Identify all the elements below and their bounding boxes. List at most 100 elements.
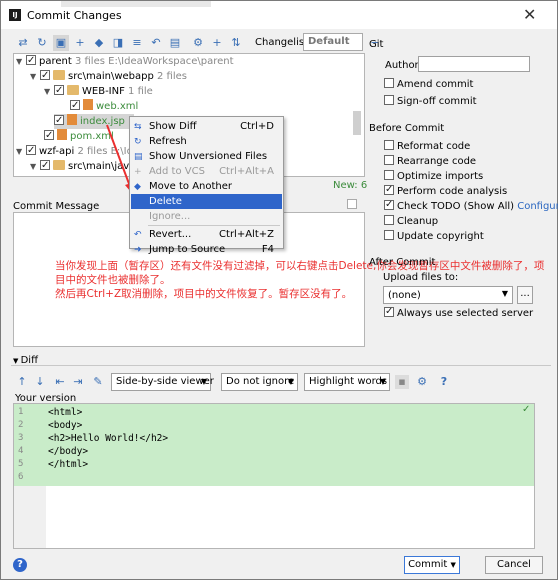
tree-row-webxml[interactable]: web.xml [70,98,138,114]
upload-label: Upload files to: [383,272,459,283]
added-lines-highlight [14,404,534,486]
arrow-down-icon[interactable]: ↓ [33,375,47,389]
option-label: Amend commit [397,79,474,90]
checkbox[interactable] [384,170,394,180]
help-icon[interactable]: ? [437,375,451,389]
code-analysis-option[interactable]: Perform code analysis [384,183,507,198]
menu-item-jump-to-source[interactable]: ➜ Jump to Source F4 [131,242,282,255]
next-file-icon[interactable]: ⇥ [71,375,85,389]
refresh-icon[interactable]: ↻ [34,35,50,51]
undo-icon[interactable]: ↶ [148,35,164,51]
reformat-code-option[interactable]: Reformat code [384,140,470,153]
show-diff-icon[interactable]: ≡ [129,35,145,51]
gear-icon[interactable]: ⚙ [415,375,429,389]
changelist-icon[interactable]: ◆ [91,35,107,51]
tree-row-webinf[interactable]: ▼ WEB-INF 1 file [44,83,153,99]
checkbox[interactable] [44,128,54,143]
author-label: Author: [385,60,422,71]
code-line: </html> [48,459,89,470]
tree-meta: 1 file [128,86,153,97]
checkbox[interactable] [26,143,36,158]
divider[interactable] [11,365,551,366]
checkbox[interactable] [384,230,394,240]
history-icon[interactable] [347,199,357,209]
tree-scrollbar[interactable] [353,111,361,135]
close-icon[interactable]: ✕ [523,5,536,24]
menu-item-add-to-vcs[interactable]: + Add to VCS Ctrl+Alt+A [131,164,282,179]
cleanup-option[interactable]: Cleanup [384,215,438,228]
help-button[interactable]: ? [13,558,27,572]
line-number: 5 [18,459,24,469]
menu-item-show-diff[interactable]: ⇆ Show Diff Ctrl+D [131,119,282,134]
checkbox[interactable] [70,98,80,113]
menu-item-ignore[interactable]: Ignore... [131,209,282,224]
optimize-imports-option[interactable]: Optimize imports [384,170,483,183]
checkbox[interactable] [384,78,394,88]
checkbox[interactable] [384,155,394,165]
signoff-commit-option[interactable]: Sign-off commit [384,95,477,108]
checkbox[interactable] [384,215,394,225]
jump-icon: ➜ [134,245,142,255]
amend-commit-option[interactable]: Amend commit [384,78,473,91]
highlight-select[interactable]: Highlight words ▼ [304,373,390,391]
checkbox[interactable] [40,68,50,83]
always-use-server-option[interactable]: Always use selected server [384,305,533,320]
settings-icon[interactable]: ⚙ [190,35,206,51]
line-number: 6 [18,472,24,482]
arrow-up-icon[interactable]: ↑ [15,375,29,389]
tree-row-webapp[interactable]: ▼ src\main\webapp 2 files [30,68,187,84]
diff-editor[interactable]: 1 <html> 2 <body> 3 <h2>Hello World!</h2… [13,403,535,549]
edit-source-icon[interactable]: ✎ [91,375,105,389]
chevron-down-icon: ▼ [30,72,37,81]
collapse-all-icon[interactable]: ⇅ [228,35,244,51]
viewer-select[interactable]: Side-by-side viewer ▼ [111,373,214,391]
checkbox[interactable] [40,158,50,173]
lock-icon[interactable]: ▪ [395,375,409,389]
check-todo-option[interactable]: Check TODO (Show All) Configure [384,198,558,213]
menu-item-move-changelist[interactable]: ◆Move to Another Changelist... [131,179,282,207]
menu-shortcut: Ctrl+D [240,121,274,132]
tree-row-parent[interactable]: ▼ parent 3 files E:\IdeaWorkspace\parent [16,54,234,69]
checkbox[interactable] [384,95,394,105]
checkbox[interactable] [384,198,394,211]
checkbox[interactable] [384,183,394,196]
checkbox[interactable] [54,113,64,128]
expand-all-icon[interactable]: + [209,35,225,51]
add-icon[interactable]: + [72,35,88,51]
whitespace-select[interactable]: Do not ignore ▼ [221,373,298,391]
chevron-down-icon: ▼ [379,377,386,386]
upload-server-select[interactable]: (none) ▼ [383,286,513,304]
menu-item-refresh[interactable]: ↻ Refresh [131,134,282,149]
chevron-down-icon: ▼ [501,289,508,298]
shelve-icon[interactable]: ▤ [167,35,183,51]
select-value: Highlight words [309,376,388,387]
menu-item-delete[interactable]: Delete [131,194,282,209]
chevron-down-icon: ▼ [16,57,23,66]
changelist-select[interactable]: Default [303,33,363,51]
update-copyright-option[interactable]: Update copyright [384,230,484,243]
configure-link[interactable]: Configure [517,201,558,212]
code-line: </body> [48,446,89,457]
checkbox[interactable] [384,305,394,318]
cancel-button[interactable]: Cancel [485,556,543,574]
author-input[interactable] [418,56,530,72]
undo-icon: ↶ [134,230,142,240]
menu-label: Refresh [149,136,187,147]
tree-label: wzf-api [39,146,75,157]
commit-button[interactable]: Commit ▼ [404,556,460,574]
compare-icon[interactable]: ◨ [110,35,126,51]
before-commit-label: Before Commit [369,123,445,134]
checkbox[interactable] [54,83,64,98]
move-icon[interactable]: ⇄ [15,35,31,51]
line-number: 2 [18,420,24,430]
prev-file-icon[interactable]: ⇤ [53,375,67,389]
checkbox[interactable] [384,140,394,150]
menu-item-revert[interactable]: ↶ Revert... Ctrl+Alt+Z [131,227,282,242]
option-label: Update copyright [397,231,484,242]
xml-file-icon [83,99,93,110]
diff-icon[interactable]: ▣ [53,35,69,51]
menu-item-show-unversioned[interactable]: ▤ Show Unversioned Files [131,149,282,164]
rearrange-code-option[interactable]: Rearrange code [384,155,476,168]
checkbox[interactable] [26,54,36,68]
browse-button[interactable]: ... [517,286,533,304]
